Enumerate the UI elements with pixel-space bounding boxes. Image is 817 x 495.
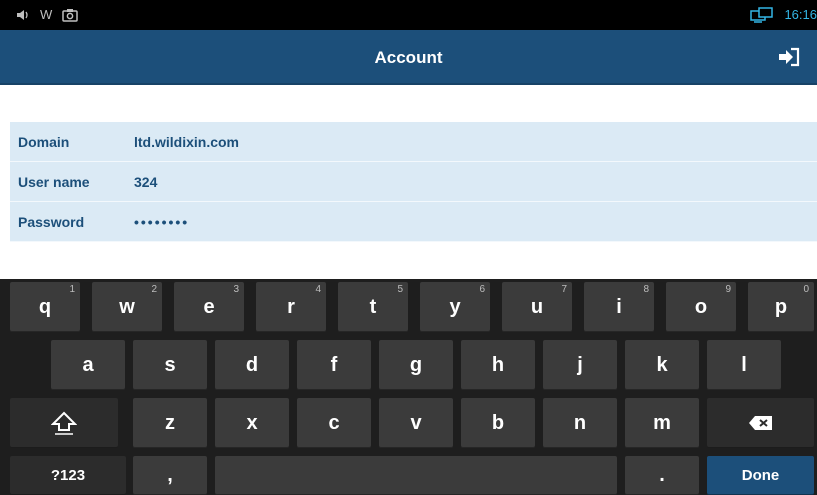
key-s[interactable]: s	[133, 340, 207, 390]
key-v-label: v	[410, 411, 422, 434]
symbols-key-label: ?123	[50, 467, 86, 484]
key-o-label: o	[694, 295, 708, 318]
key-r-label: r	[287, 295, 295, 318]
key-e-label: e	[203, 295, 215, 318]
volume-icon	[17, 10, 28, 20]
key-c-label: c	[328, 411, 340, 434]
key-y-hint: 6	[479, 284, 485, 295]
action-bar: Account	[0, 30, 817, 85]
w-icon: W	[40, 7, 53, 22]
key-t-label: t	[369, 295, 377, 318]
key-a[interactable]: a	[51, 340, 125, 390]
key-n[interactable]: n	[543, 398, 617, 448]
key-t[interactable]: t 5	[338, 282, 408, 332]
key-d-label: d	[245, 353, 259, 376]
comma-key-label: ,	[167, 464, 173, 486]
key-i[interactable]: i 8	[584, 282, 654, 332]
status-bar: W 16:16	[0, 0, 817, 30]
shift-key[interactable]	[10, 398, 118, 448]
key-e[interactable]: e 3	[174, 282, 244, 332]
username-field[interactable]: 324	[134, 174, 817, 190]
key-l[interactable]: l	[707, 340, 781, 390]
soft-keyboard: q 1 w 2 e 3 r 4 t 5 y 6 u 7 i 8 o 9 p 0 …	[0, 279, 817, 495]
key-o[interactable]: o 9	[666, 282, 736, 332]
period-key-label: .	[659, 464, 665, 486]
key-x[interactable]: x	[215, 398, 289, 448]
key-o-hint: 9	[725, 284, 731, 295]
key-m[interactable]: m	[625, 398, 699, 448]
username-label: User name	[18, 173, 90, 190]
key-i-hint: 8	[643, 284, 649, 295]
key-h[interactable]: h	[461, 340, 535, 390]
key-g-label: g	[409, 353, 423, 376]
domain-field[interactable]: ltd.wildixin.com	[134, 134, 817, 150]
key-a-label: a	[82, 353, 94, 376]
camera-icon	[62, 9, 79, 22]
period-key[interactable]: .	[625, 456, 699, 495]
key-j-label: j	[577, 353, 583, 376]
done-button-label: Done	[741, 467, 780, 484]
key-j[interactable]: j	[543, 340, 617, 390]
key-f[interactable]: f	[297, 340, 371, 390]
key-y-label: y	[449, 295, 461, 318]
backspace-key[interactable]	[707, 398, 814, 448]
key-m-label: m	[653, 411, 671, 434]
key-z[interactable]: z	[133, 398, 207, 448]
logout-icon	[779, 47, 800, 67]
password-field[interactable]: ••••••••	[134, 214, 817, 230]
connection-icon	[750, 7, 774, 23]
key-u-label: u	[530, 295, 544, 318]
key-z-label: z	[165, 411, 175, 434]
comma-key[interactable]: ,	[133, 456, 207, 495]
done-button[interactable]: Done	[707, 456, 814, 495]
key-i-label: i	[616, 295, 622, 318]
key-q[interactable]: q 1	[10, 282, 80, 332]
key-c[interactable]: c	[297, 398, 371, 448]
key-r[interactable]: r 4	[256, 282, 326, 332]
domain-label: Domain	[18, 133, 70, 150]
key-u-hint: 7	[561, 284, 567, 295]
key-b-label: b	[491, 411, 505, 434]
domain-row[interactable]: Domain ltd.wildixin.com	[10, 122, 817, 162]
key-k[interactable]: k	[625, 340, 699, 390]
key-g[interactable]: g	[379, 340, 453, 390]
key-q-hint: 1	[69, 284, 75, 295]
key-x-label: x	[246, 411, 258, 434]
key-r-hint: 4	[315, 284, 321, 295]
key-t-hint: 5	[397, 284, 403, 295]
password-label: Password	[18, 213, 85, 230]
account-form: Domain ltd.wildixin.com User name 324 Pa…	[10, 122, 817, 242]
key-p-label: p	[774, 295, 788, 318]
key-q-label: q	[38, 295, 52, 318]
key-v[interactable]: v	[379, 398, 453, 448]
key-p[interactable]: p 0	[748, 282, 814, 332]
space-key[interactable]	[215, 456, 617, 495]
key-w-hint: 2	[151, 284, 157, 295]
shift-icon	[51, 411, 77, 435]
key-y[interactable]: y 6	[420, 282, 490, 332]
key-f-label: f	[330, 353, 338, 376]
key-l-label: l	[741, 353, 747, 376]
password-row[interactable]: Password ••••••••	[10, 202, 817, 242]
username-row[interactable]: User name 324	[10, 162, 817, 202]
symbols-key[interactable]: ?123	[10, 456, 126, 495]
logout-button[interactable]	[771, 42, 807, 72]
key-h-label: h	[491, 353, 505, 376]
key-n-label: n	[573, 411, 587, 434]
key-k-label: k	[656, 353, 668, 376]
key-e-hint: 3	[233, 284, 239, 295]
key-d[interactable]: d	[215, 340, 289, 390]
key-s-label: s	[164, 353, 176, 376]
key-u[interactable]: u 7	[502, 282, 572, 332]
page-title: Account	[374, 48, 443, 67]
backspace-icon	[748, 416, 772, 430]
key-b[interactable]: b	[461, 398, 535, 448]
key-p-hint: 0	[803, 284, 809, 295]
key-w-label: w	[119, 295, 135, 318]
key-w[interactable]: w 2	[92, 282, 162, 332]
status-time: 16:16	[784, 7, 817, 22]
